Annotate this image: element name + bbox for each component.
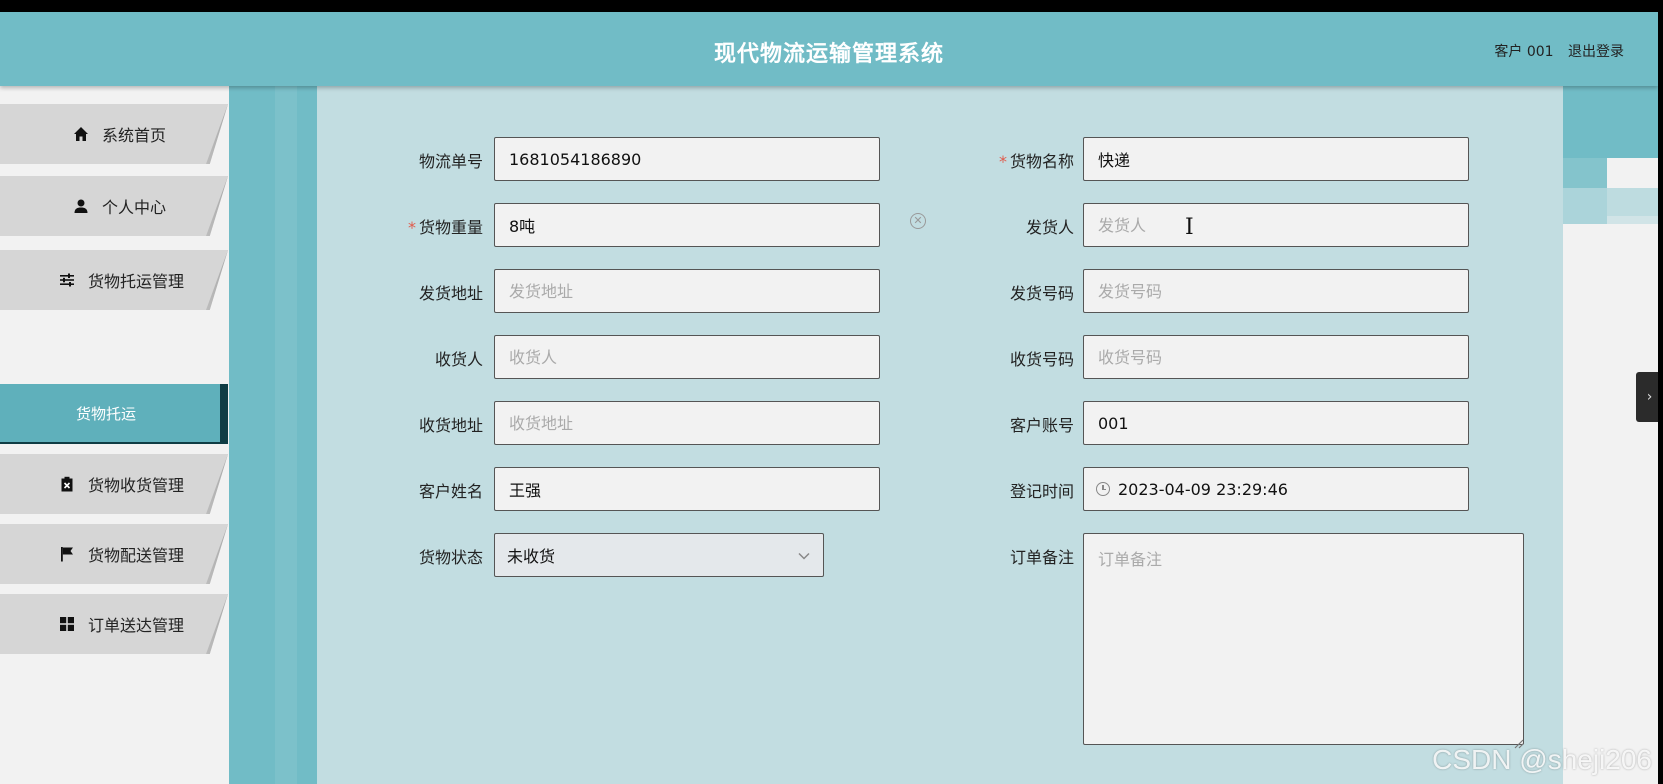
receiver-phone-label: 收货号码 [1009,350,1074,369]
logout-link[interactable]: 退出登录 [1568,44,1624,60]
order-note-textarea[interactable] [1083,533,1524,745]
goods-weight-input[interactable] [494,203,880,247]
tracking-no-input[interactable] [494,137,880,181]
customer-name-label: 客户姓名 [418,482,483,501]
sidebar-item-label: 货物托运管理 [88,272,185,291]
sender-address-label: 发货地址 [418,284,483,303]
home-icon [72,125,90,143]
goods-name-input[interactable] [1083,137,1469,181]
clock-icon [1096,482,1110,496]
app-window: 现代物流运输管理系统 客户 001 退出登录 系统首页 个人中心 货物托运管理 … [0,12,1658,784]
sliders-icon [58,271,76,289]
sidebar-item-label: 个人中心 [102,198,167,217]
goods-status-select[interactable]: 未收货 [494,533,824,577]
customer-name-input[interactable] [494,467,880,511]
sidebar-item-label: 系统首页 [102,126,167,145]
watermark: CSDN @sheji206 [1432,744,1652,775]
text-cursor-icon: I [1185,215,1194,240]
user-icon [72,197,90,215]
clear-icon[interactable]: ✕ [910,213,926,229]
customer-account-label: 客户账号 [1009,416,1074,435]
chevron-right-icon: › [1646,389,1653,405]
content-left-strip [229,86,317,784]
sender-address-input[interactable] [494,269,880,313]
current-user: 客户 001 [1494,44,1554,60]
sidebar-item-label: 货物配送管理 [88,546,185,565]
top-header: 现代物流运输管理系统 客户 001 退出登录 [0,12,1658,86]
goods-status-value: 未收货 [507,547,556,566]
submenu-item-shipment[interactable]: 货物托运 [0,384,228,444]
goods-name-label-text: 货物名称 [1009,152,1074,171]
app-title: 现代物流运输管理系统 [713,42,944,67]
tracking-no-label: 物流单号 [418,152,483,171]
register-time-label: 登记时间 [1009,482,1074,501]
goods-status-label: 货物状态 [418,548,483,567]
receiver-phone-input[interactable] [1083,335,1469,379]
goods-weight-label: * 货物重量 [363,214,483,238]
sidebar-item-label: 货物收货管理 [88,476,185,495]
register-time-picker[interactable]: 2023-04-09 23:29:46 [1083,467,1469,511]
required-mark: * [407,218,416,237]
sender-input[interactable] [1083,203,1469,247]
user-area: 客户 001 退出登录 [1484,41,1624,61]
chevron-down-icon [797,546,811,565]
customer-account-input[interactable] [1083,401,1469,445]
sidebar-item-order-delivered-management[interactable]: 订单送达管理 [0,594,228,654]
sidebar-item-label: 订单送达管理 [88,616,185,635]
sender-label: 发货人 [1025,218,1074,237]
sidebar-item-delivery-management[interactable]: 货物配送管理 [0,524,228,584]
sender-phone-label: 发货号码 [1009,284,1074,303]
sidebar-item-shipment-management[interactable]: 货物托运管理 [0,250,228,310]
receiver-input[interactable] [494,335,880,379]
goods-weight-label-text: 货物重量 [418,218,483,237]
order-note-label: 订单备注 [1009,548,1074,567]
sidebar-item-profile[interactable]: 个人中心 [0,176,228,236]
sidebar: 系统首页 个人中心 货物托运管理 货物托运 货物收货管理 货物配送管理 订单送达… [0,86,229,784]
clipboard-x-icon [58,475,76,493]
right-decoration [1563,86,1658,784]
sender-phone-input[interactable] [1083,269,1469,313]
required-mark: * [998,152,1007,171]
receiver-label: 收货人 [434,350,483,369]
flag-icon [58,545,76,563]
sidebar-item-home[interactable]: 系统首页 [0,104,228,164]
grid-icon [58,615,76,633]
side-panel-toggle[interactable]: › [1636,372,1658,422]
goods-name-label: * 货物名称 [954,148,1074,172]
register-time-value: 2023-04-09 23:29:46 [1118,479,1288,499]
receiver-address-input[interactable] [494,401,880,445]
receiver-address-label: 收货地址 [418,416,483,435]
sidebar-item-receipt-management[interactable]: 货物收货管理 [0,454,228,514]
